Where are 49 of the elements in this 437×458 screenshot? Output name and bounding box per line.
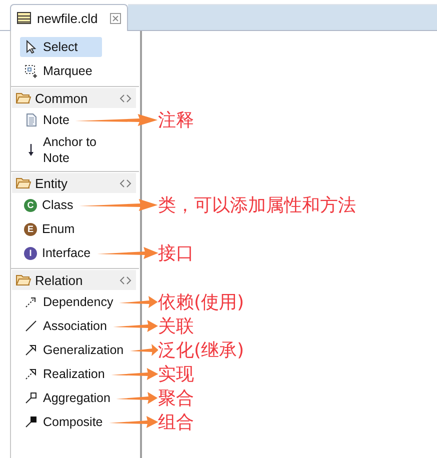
annotation-text: 依赖(使用)	[158, 291, 246, 314]
pointer-icon	[24, 40, 38, 54]
folder-icon	[16, 177, 31, 189]
dashed-arrow-icon	[24, 295, 38, 309]
callout-arrow	[119, 296, 158, 308]
annotation-text: 接口	[158, 242, 195, 265]
palette-item[interactable]: Dependency	[20, 292, 118, 312]
annotation-text: 聚合	[158, 387, 195, 410]
annotation-text: 注释	[158, 109, 195, 132]
filled-diamond-line-icon	[24, 415, 38, 429]
palette-item[interactable]: Select	[20, 37, 102, 57]
hollow-arrow-icon	[24, 343, 38, 357]
marquee-icon	[24, 64, 38, 78]
annotation-text: 关联	[158, 315, 195, 338]
callout-arrow	[130, 344, 158, 356]
hollow-diamond-line-icon	[24, 391, 38, 405]
drawer-header[interactable]: Entity	[12, 173, 136, 193]
palette-item[interactable]: Anchor to Note	[20, 132, 125, 168]
palette-item[interactable]: Generalization	[20, 340, 128, 360]
close-icon[interactable]	[110, 12, 121, 24]
collapse-icon	[119, 94, 132, 102]
annotation-text: 实现	[158, 363, 195, 386]
editor-icon	[17, 12, 31, 24]
palette-item[interactable]: Composite	[20, 412, 107, 432]
palette-item[interactable]: Note	[20, 110, 74, 130]
class-icon: C	[24, 198, 37, 212]
editor-tab[interactable]: newfile.cld	[10, 4, 128, 31]
palette-item[interactable]: Realization	[20, 364, 109, 384]
collapse-icon	[119, 276, 132, 284]
enum-icon: E	[24, 222, 37, 236]
callout-arrow	[116, 392, 158, 404]
dashed-hollow-arrow-icon	[24, 367, 38, 381]
interface-icon: I	[24, 246, 37, 260]
palette-item[interactable]: E Enum	[20, 219, 79, 239]
drawer-header[interactable]: Common	[12, 88, 136, 108]
drawer-header[interactable]: Relation	[12, 270, 136, 290]
collapse-icon	[119, 178, 132, 188]
annotation-text: 泛化(继承)	[158, 339, 246, 362]
palette-item[interactable]: I Interface	[20, 243, 95, 263]
palette-item[interactable]: Aggregation	[20, 388, 114, 408]
annotation-text: 类，可以添加属性和方法	[158, 194, 357, 217]
annotation-text: 组合	[158, 411, 195, 434]
palette-item[interactable]: C Class	[20, 195, 78, 215]
palette-item[interactable]: Marquee	[20, 61, 96, 81]
folder-icon	[16, 92, 31, 104]
palette-item[interactable]: Association	[20, 316, 111, 336]
note-icon	[24, 113, 38, 127]
folder-icon	[16, 274, 31, 286]
line-icon	[24, 319, 38, 333]
